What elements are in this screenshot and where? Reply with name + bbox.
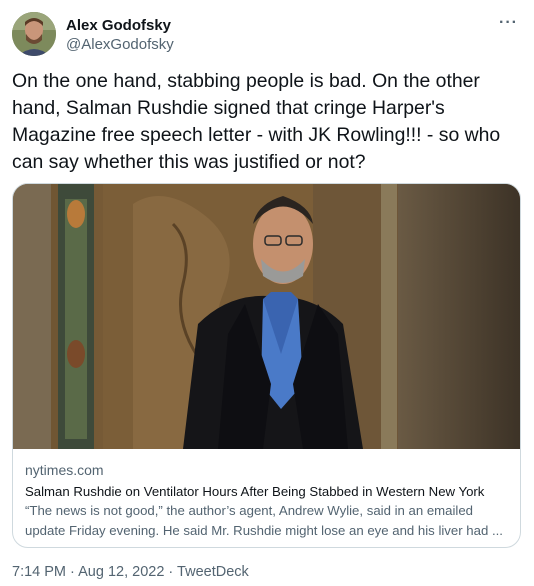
more-horizontal-icon[interactable]: ··· xyxy=(499,14,518,32)
tweet-time[interactable]: 7:14 PM xyxy=(12,564,66,580)
card-image[interactable] xyxy=(13,184,520,449)
author-name[interactable]: Alex Godofsky xyxy=(66,17,171,34)
link-card[interactable]: nytimes.com Salman Rushdie on Ventilator… xyxy=(12,183,521,548)
card-domain: nytimes.com xyxy=(25,462,104,478)
meta-separator: · xyxy=(168,564,174,580)
tweet-header: Alex Godofsky @AlexGodofsky ··· xyxy=(12,12,522,58)
meta-separator: · xyxy=(70,564,75,580)
tweet-date[interactable]: Aug 12, 2022 xyxy=(78,564,164,580)
avatar[interactable] xyxy=(12,12,56,56)
card-description: “The news is not good,” the author’s age… xyxy=(25,503,503,538)
card-title[interactable]: Salman Rushdie on Ventilator Hours After… xyxy=(25,484,484,499)
tweet-text: On the one hand, stabbing people is bad.… xyxy=(12,70,501,173)
author-handle[interactable]: @AlexGodofsky xyxy=(66,36,174,53)
tweet-meta: 7:14 PM · Aug 12, 2022 · TweetDeck xyxy=(12,564,249,580)
tweet-source[interactable]: TweetDeck xyxy=(177,564,249,580)
